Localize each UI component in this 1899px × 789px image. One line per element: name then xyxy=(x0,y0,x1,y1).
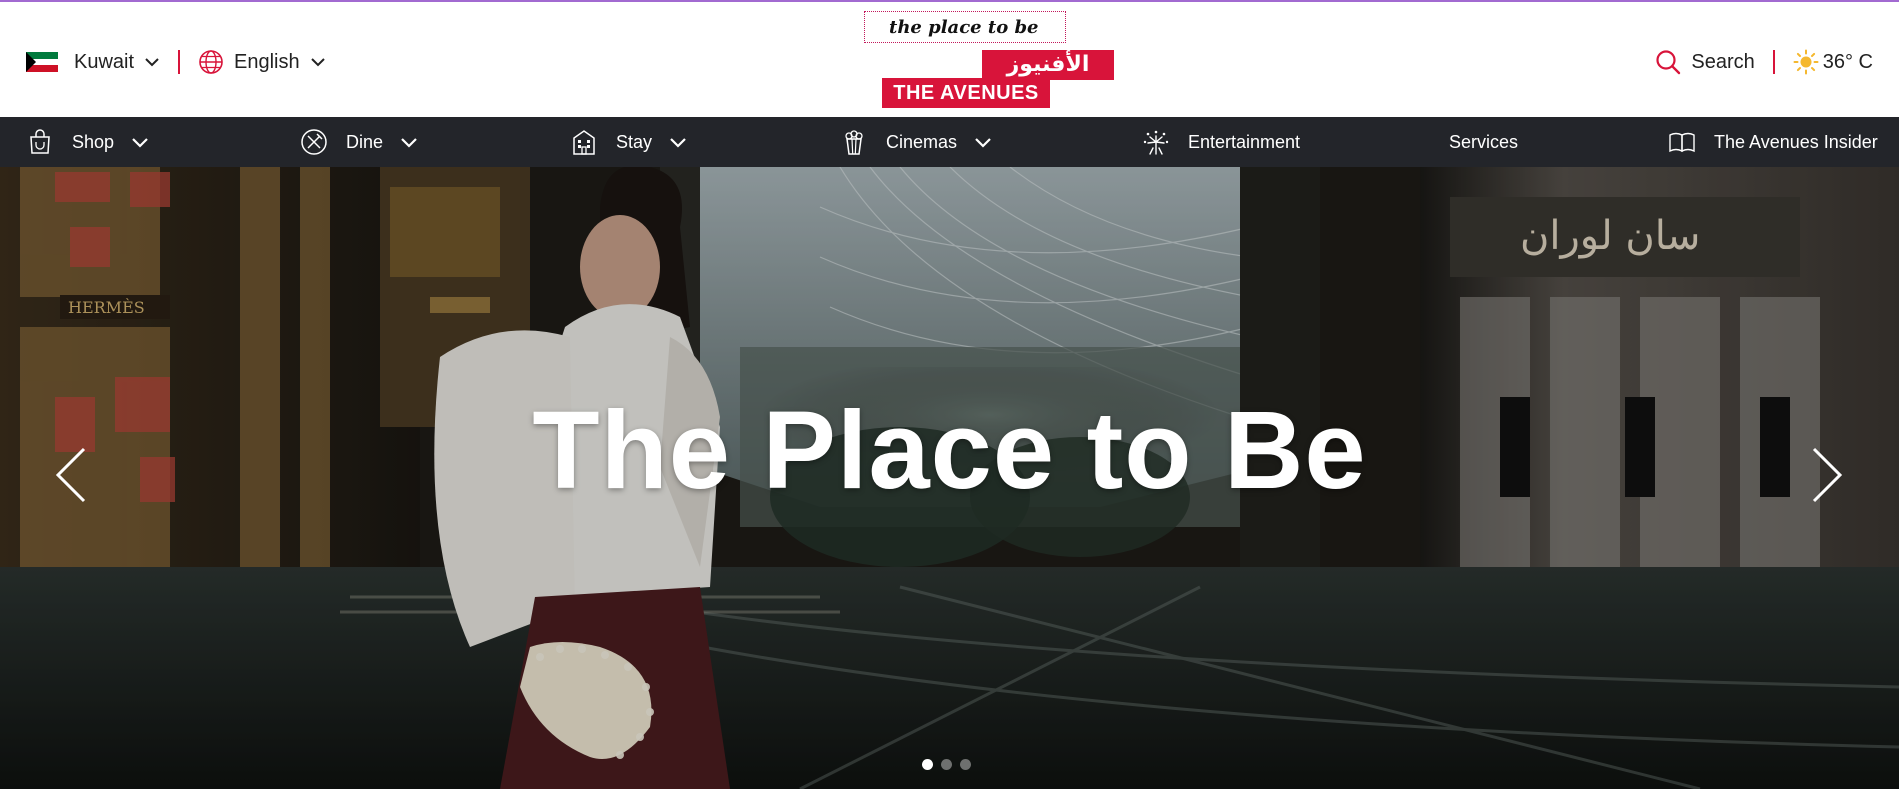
logo-tagline: the place to be xyxy=(889,16,1039,38)
kuwait-flag-icon xyxy=(26,52,58,72)
nav-label: Shop xyxy=(72,131,115,152)
nav-item-dine[interactable]: Dine xyxy=(300,117,419,167)
chevron-down-icon xyxy=(975,138,991,148)
fork-knife-icon xyxy=(301,129,327,155)
hero-carousel: HERMÈS سان لوران The Place to Be xyxy=(0,167,1899,789)
chevron-down-icon xyxy=(132,138,148,148)
nav-item-avenues-insider[interactable]: The Avenues Insider xyxy=(1668,117,1878,167)
country-selector[interactable]: Kuwait xyxy=(74,51,160,74)
chevron-down-icon xyxy=(670,138,686,148)
logo-arabic-name: الأفنيوز xyxy=(982,50,1114,80)
country-label: Kuwait xyxy=(74,50,135,73)
chevron-left-icon xyxy=(55,447,86,503)
site-logo[interactable]: the place to be الأفنيوز THE AVENUES xyxy=(864,11,1114,111)
shopping-bag-icon xyxy=(30,129,50,154)
main-navigation: Shop Dine Stay Cinemas Entertainment Ser… xyxy=(0,117,1899,167)
globe-icon xyxy=(199,50,223,74)
fireworks-icon xyxy=(1143,130,1169,155)
divider xyxy=(1772,50,1775,74)
chevron-down-icon xyxy=(310,58,325,67)
search-label: Search xyxy=(1691,50,1755,73)
chevron-right-icon xyxy=(1812,447,1843,503)
nav-label: The Avenues Insider xyxy=(1714,131,1878,152)
hotel-building-icon xyxy=(573,130,595,155)
utility-controls: Search 36° C xyxy=(1655,46,1873,78)
carousel-dot-2[interactable] xyxy=(941,759,952,770)
search-icon xyxy=(1656,50,1681,75)
locale-controls: Kuwait English xyxy=(26,46,326,78)
nav-item-cinemas[interactable]: Cinemas xyxy=(840,117,993,167)
nav-label: Dine xyxy=(346,131,384,152)
carousel-prev-button[interactable] xyxy=(52,445,92,505)
nav-item-services[interactable]: Services xyxy=(1449,117,1518,167)
site-header: Kuwait English the place to be الأفنيوز … xyxy=(0,2,1899,117)
chevron-down-icon xyxy=(401,138,417,148)
language-label: English xyxy=(234,50,300,73)
nav-label: Cinemas xyxy=(886,131,958,152)
nav-item-shop[interactable]: Shop xyxy=(26,117,150,167)
logo-english-name: THE AVENUES xyxy=(882,78,1050,108)
popcorn-icon xyxy=(845,130,863,155)
nav-label: Stay xyxy=(616,131,653,152)
carousel-dot-1[interactable] xyxy=(922,759,933,770)
logo-tagline-box: the place to be xyxy=(864,11,1066,43)
chevron-down-icon xyxy=(145,58,159,67)
logo-mark: الأفنيوز THE AVENUES xyxy=(882,50,1114,108)
open-book-icon xyxy=(1669,132,1695,153)
nav-label: Entertainment xyxy=(1188,131,1301,152)
nav-item-entertainment[interactable]: Entertainment xyxy=(1142,117,1300,167)
carousel-dot-3[interactable] xyxy=(960,759,971,770)
hero-title: The Place to Be xyxy=(532,389,1367,512)
sun-icon xyxy=(1793,49,1819,75)
divider xyxy=(178,50,181,74)
nav-item-stay[interactable]: Stay xyxy=(570,117,688,167)
nav-label: Services xyxy=(1449,131,1519,152)
carousel-next-button[interactable] xyxy=(1806,445,1846,505)
search-button[interactable]: Search xyxy=(1655,49,1755,75)
language-selector[interactable]: English xyxy=(198,49,326,75)
weather-temperature: 36° C xyxy=(1822,50,1873,73)
carousel-pagination xyxy=(922,759,971,770)
